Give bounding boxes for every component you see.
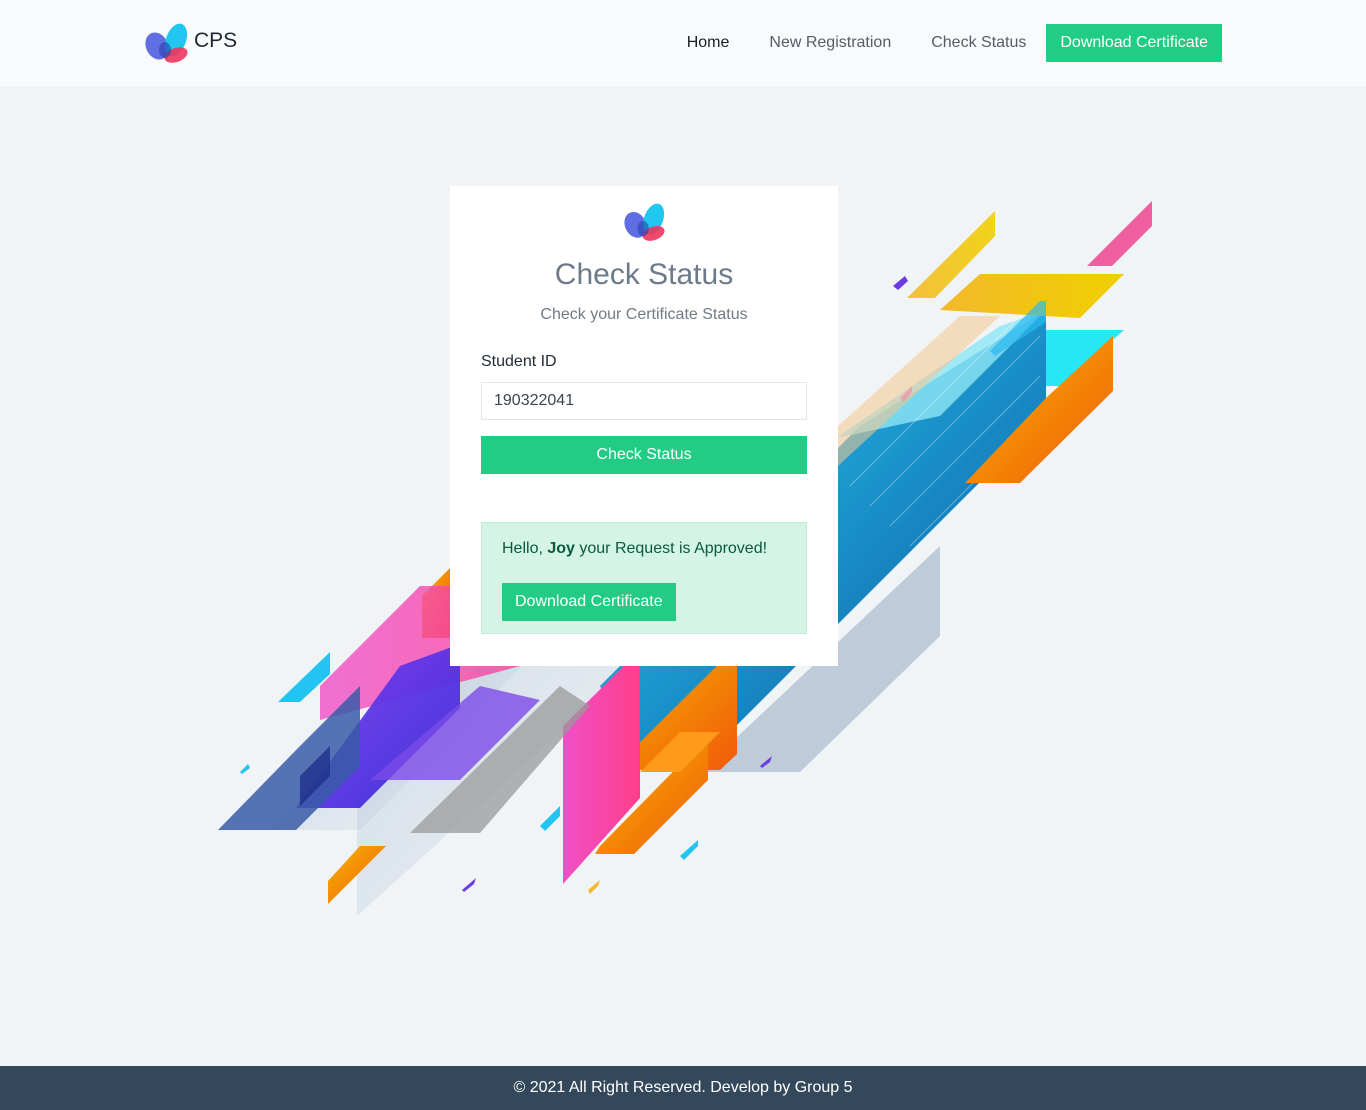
brand[interactable]: CPS bbox=[143, 22, 237, 64]
check-status-card: Check Status Check your Certificate Stat… bbox=[450, 186, 838, 666]
page-title: Check Status bbox=[554, 258, 734, 291]
butterfly-logo-icon bbox=[624, 203, 665, 241]
student-id-label: Student ID bbox=[481, 353, 557, 370]
student-id-input[interactable] bbox=[481, 382, 807, 420]
navbar: CPS Home New Registration Check Status D… bbox=[0, 0, 1366, 86]
alert-greeting: Hello, bbox=[502, 540, 548, 557]
butterfly-logo-icon bbox=[145, 23, 188, 63]
download-certificate-button[interactable]: Download Certificate bbox=[502, 583, 676, 621]
approval-alert: Hello, Joy your Request is Approved! Dow… bbox=[481, 522, 807, 634]
brand-name: CPS bbox=[194, 29, 238, 52]
page-subtitle: Check your Certificate Status bbox=[540, 306, 748, 323]
download-certificate-nav-button[interactable]: Download Certificate bbox=[1046, 24, 1222, 62]
nav-link-home[interactable]: Home bbox=[687, 34, 730, 52]
nav-link-new-registration[interactable]: New Registration bbox=[769, 34, 891, 52]
alert-message: Hello, Joy your Request is Approved! bbox=[502, 540, 767, 558]
check-status-button[interactable]: Check Status bbox=[481, 436, 807, 474]
student-name: Joy bbox=[547, 540, 575, 557]
footer: © 2021 All Right Reserved. Develop by Gr… bbox=[0, 1066, 1366, 1110]
nav-link-check-status[interactable]: Check Status bbox=[931, 34, 1026, 52]
copyright-text: © 2021 All Right Reserved. Develop by Gr… bbox=[513, 1079, 853, 1096]
nav-links: Home New Registration Check Status Downl… bbox=[687, 24, 1222, 62]
alert-status-text: your Request is Approved! bbox=[574, 540, 768, 557]
